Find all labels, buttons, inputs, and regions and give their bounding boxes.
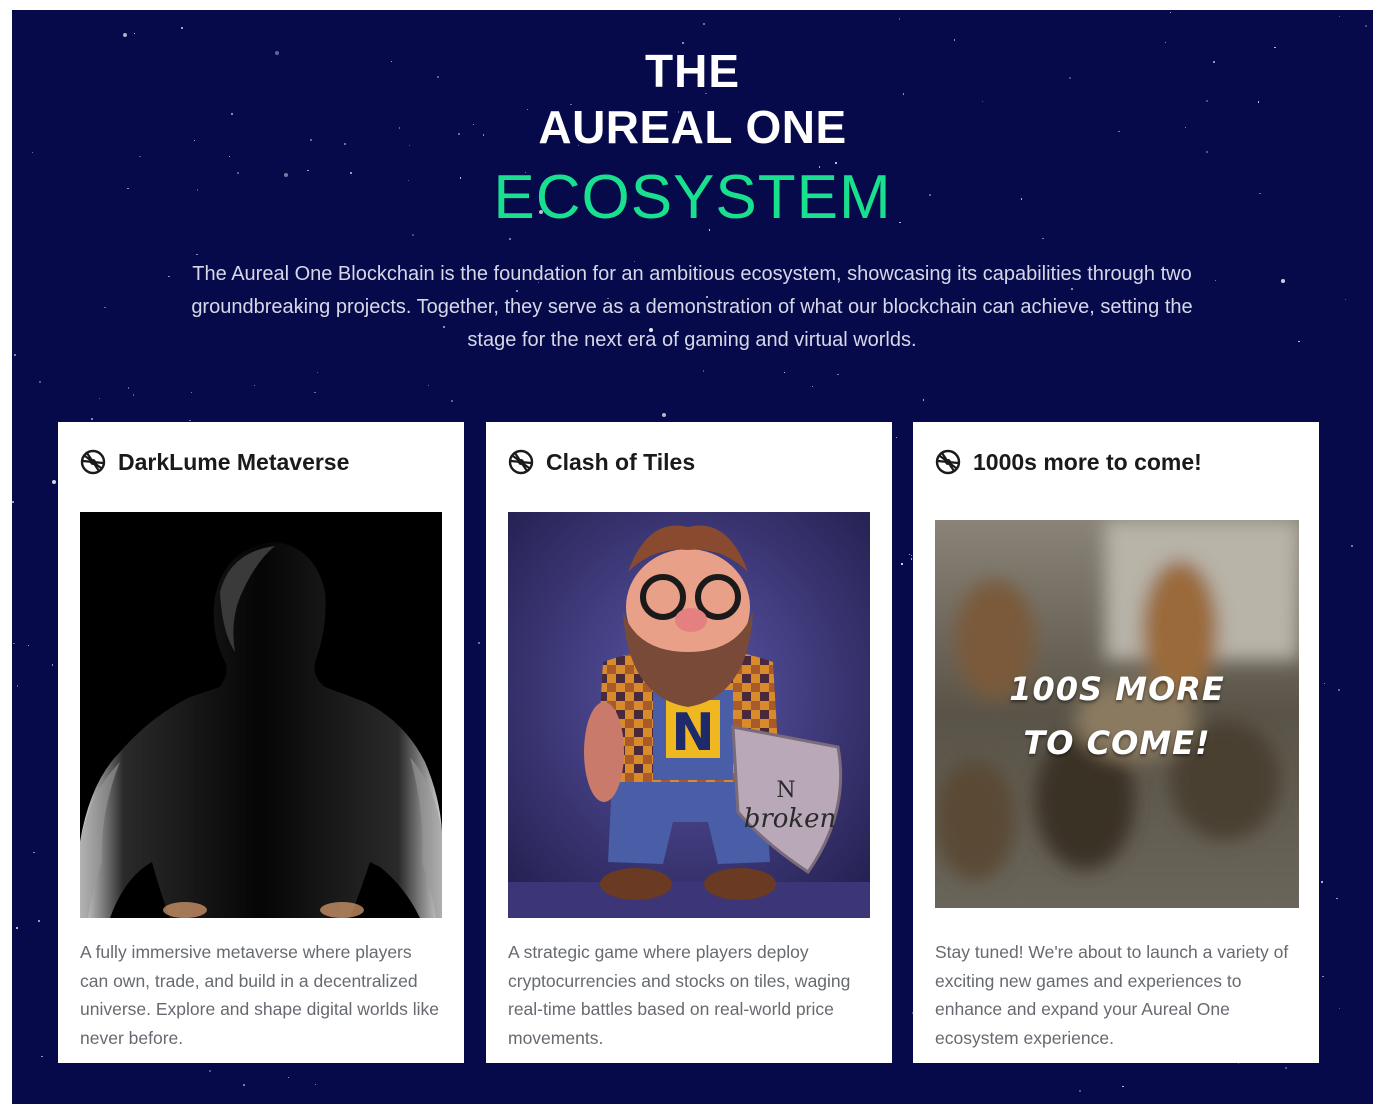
star — [314, 1083, 316, 1085]
star — [104, 307, 106, 309]
star — [953, 39, 955, 41]
star — [1323, 683, 1325, 685]
title-line-2: AUREAL ONE — [538, 101, 847, 153]
star — [1320, 880, 1323, 883]
card-more-to-come[interactable]: 1000s more to come! 100S MORE TO COME! S… — [913, 422, 1319, 1063]
star — [229, 155, 231, 157]
ecosystem-logo-icon — [508, 449, 534, 475]
card-description: A strategic game where players deploy cr… — [508, 942, 851, 1048]
card-title: 1000s more to come! — [973, 448, 1202, 475]
star — [180, 26, 183, 29]
star — [1284, 1067, 1287, 1070]
star — [189, 419, 191, 422]
star — [33, 851, 35, 853]
intro-paragraph: The Aureal One Blockchain is the foundat… — [191, 263, 1193, 351]
star — [901, 563, 903, 565]
card-header: 1000s more to come! — [935, 448, 1202, 476]
card-clash-of-tiles[interactable]: Clash of Tiles N N broken A strategic ga… — [486, 422, 892, 1063]
star — [122, 32, 127, 37]
star — [702, 22, 705, 25]
star — [12, 501, 15, 504]
overlay-line-1: 100S MORE — [1009, 670, 1225, 708]
star — [17, 685, 19, 687]
star — [1337, 688, 1340, 691]
star — [1298, 340, 1300, 343]
card-header: DarkLume Metaverse — [80, 448, 349, 476]
star — [133, 394, 135, 396]
star — [1338, 1008, 1341, 1010]
star — [837, 373, 839, 375]
card-header: Clash of Tiles — [508, 448, 695, 476]
star — [127, 387, 130, 389]
ecosystem-section: THE AUREAL ONE ECOSYSTEM The Aureal One … — [12, 10, 1373, 1104]
star — [1344, 298, 1347, 300]
star — [478, 642, 481, 645]
card-description: Stay tuned! We're about to launch a vari… — [935, 942, 1289, 1048]
title-line-3: ECOSYSTEM — [493, 163, 892, 232]
dwarf-character-image: N N broken — [508, 512, 870, 918]
star — [1365, 25, 1368, 28]
star — [910, 554, 913, 557]
title-line-1: THE — [645, 45, 740, 97]
star — [811, 386, 814, 388]
star — [1338, 15, 1340, 17]
star — [450, 399, 453, 402]
star — [196, 254, 198, 256]
overlay-line-2: TO COME! — [1023, 724, 1211, 762]
shield-word: broken — [744, 804, 837, 834]
star — [314, 391, 316, 393]
silhouette-man-image — [80, 512, 442, 918]
star — [1350, 545, 1353, 547]
card-title: DarkLume Metaverse — [118, 448, 350, 475]
star — [895, 436, 898, 438]
star — [1170, 12, 1172, 14]
star — [288, 1077, 290, 1079]
star — [41, 1055, 43, 1058]
star — [412, 233, 415, 236]
star — [253, 385, 255, 387]
star — [168, 275, 170, 278]
star — [922, 399, 924, 401]
star — [51, 664, 54, 666]
star — [1214, 279, 1216, 282]
card-darklume[interactable]: DarkLume Metaverse A fully immersive met… — [58, 422, 464, 1063]
star — [783, 371, 785, 373]
star — [190, 391, 192, 393]
star — [1322, 975, 1324, 977]
star — [661, 412, 666, 417]
star — [13, 643, 15, 645]
star — [910, 558, 912, 560]
star — [14, 354, 16, 356]
card-title: Clash of Tiles — [546, 448, 696, 475]
ecosystem-logo-icon — [80, 449, 106, 475]
star — [27, 645, 29, 647]
star — [1336, 897, 1338, 900]
star — [242, 1084, 245, 1087]
card-description: A fully immersive metaverse where player… — [80, 942, 439, 1048]
star — [37, 919, 40, 922]
star — [898, 18, 901, 20]
star — [702, 370, 705, 372]
star — [38, 380, 41, 383]
bib-letter: N — [671, 703, 715, 763]
star — [1042, 237, 1044, 239]
star — [1122, 1085, 1124, 1088]
star — [1281, 279, 1286, 284]
star — [98, 397, 101, 399]
ecosystem-logo-icon — [935, 449, 961, 475]
star — [90, 417, 93, 420]
star — [317, 371, 319, 373]
star — [209, 1069, 212, 1072]
star — [1078, 1090, 1081, 1093]
shield-letter: N — [776, 778, 795, 803]
star — [509, 238, 511, 240]
star — [139, 155, 141, 158]
star — [52, 480, 57, 484]
star — [427, 385, 430, 387]
star — [16, 927, 19, 930]
star — [1165, 41, 1167, 43]
blurred-figures-image: 100S MORE TO COME! — [935, 520, 1299, 908]
star — [133, 32, 135, 34]
